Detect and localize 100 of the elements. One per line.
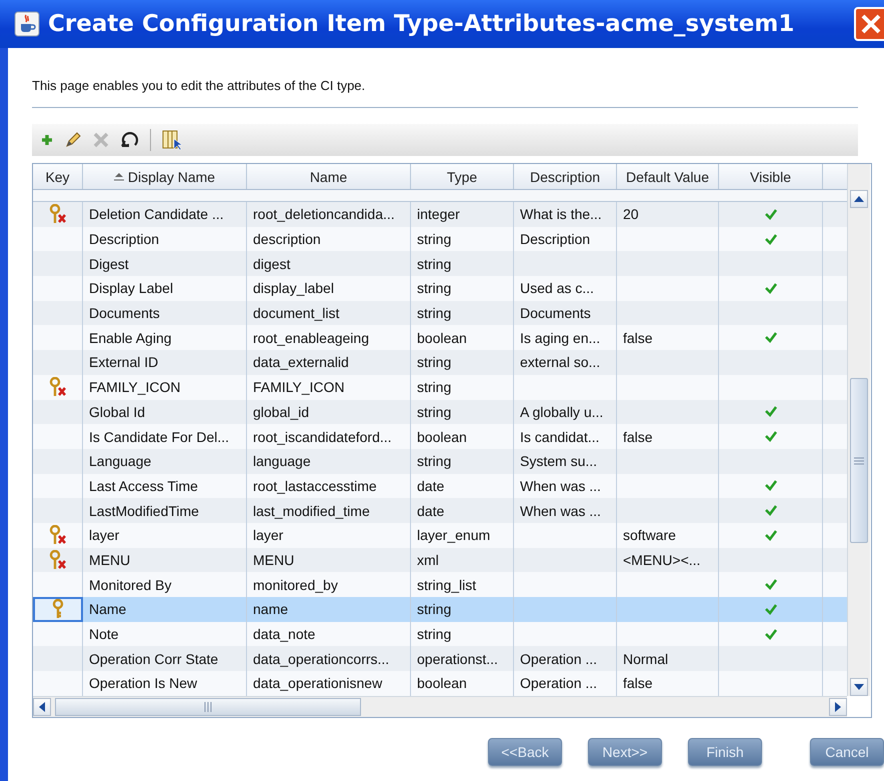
column-header[interactable]: Key xyxy=(33,164,83,189)
display-name-cell: LastModifiedTime xyxy=(89,502,199,519)
display-name-cell: Digest xyxy=(89,256,129,272)
name-cell: data_operationcorrs... xyxy=(253,650,390,667)
name-cell: monitored_by xyxy=(253,576,338,593)
name-cell: MENU xyxy=(253,552,294,568)
table-row[interactable]: LastModifiedTime last_modified_time date When was ... xyxy=(33,498,847,523)
display-name-cell: External ID xyxy=(89,354,158,370)
left-arrow-icon xyxy=(39,702,45,712)
type-cell: date xyxy=(417,502,444,519)
table-row[interactable]: Monitored By monitored_by string_list xyxy=(33,572,847,597)
description-cell: Operation ... xyxy=(520,675,598,692)
column-header[interactable]: Visible xyxy=(719,164,823,189)
table-row[interactable]: Documents document_list string Documents xyxy=(33,300,847,326)
name-cell: root_deletioncandida... xyxy=(253,206,395,222)
display-name-cell: FAMILY_ICON xyxy=(89,379,181,396)
display-name-cell: Operation Is New xyxy=(89,675,198,692)
description-cell: System su... xyxy=(520,453,598,470)
table-row[interactable]: Language language string System su... xyxy=(33,448,847,474)
column-header[interactable]: Display Name xyxy=(83,164,247,189)
table-row[interactable]: layer layer layer_enum software xyxy=(33,522,847,548)
type-cell: string xyxy=(417,280,452,296)
type-cell: string xyxy=(417,626,452,642)
display-name-cell: Documents xyxy=(89,305,160,322)
grip-icon xyxy=(204,702,212,712)
type-cell: date xyxy=(417,478,444,494)
table-row[interactable]: Display Label display_label string Used as c... xyxy=(33,276,847,301)
column-header[interactable]: Name xyxy=(247,164,411,189)
table-row[interactable]: Is Candidate For Del... root_iscandidateford... boolean Is candidat... false xyxy=(33,424,847,449)
refresh-icon[interactable] xyxy=(120,130,140,150)
columns-icon[interactable] xyxy=(161,129,183,151)
table-row[interactable]: Deletion Candidate ... root_deletioncandida... integer What is the... 20 xyxy=(33,202,847,227)
default-value-cell: false xyxy=(623,675,653,692)
default-value-cell: Normal xyxy=(623,650,668,667)
display-name-cell: Description xyxy=(89,231,160,248)
name-cell: root_iscandidateford... xyxy=(253,428,392,445)
name-cell: digest xyxy=(253,256,290,272)
vertical-scrollbar[interactable] xyxy=(847,164,870,696)
table-row[interactable]: Operation Is New data_operationisnew boolean Operation ... false xyxy=(33,671,847,696)
name-cell: root_lastaccesstime xyxy=(253,478,377,494)
type-cell: operationst... xyxy=(417,650,498,667)
name-cell: description xyxy=(253,231,321,248)
table-row[interactable]: Description description string Description xyxy=(33,226,847,252)
table-row[interactable]: Operation Corr State data_operationcorrs... operationst... Operation ... Normal xyxy=(33,646,847,672)
add-icon[interactable] xyxy=(40,133,54,147)
table-row[interactable]: MENU MENU xml <MENU><... xyxy=(33,548,847,572)
name-cell: last_modified_time xyxy=(253,502,370,519)
type-cell: layer_enum xyxy=(417,527,490,544)
table-row[interactable]: FAMILY_ICON FAMILY_ICON string xyxy=(33,374,847,400)
description-cell: When was ... xyxy=(520,502,601,519)
description-cell: Is aging en... xyxy=(520,330,600,346)
type-cell: string xyxy=(417,305,452,322)
default-value-cell: false xyxy=(623,330,653,346)
pencil-icon[interactable] xyxy=(64,131,82,149)
description-cell: Description xyxy=(520,231,590,248)
description-cell: A globally u... xyxy=(520,404,604,420)
display-name-cell: Enable Aging xyxy=(89,330,172,346)
table-row[interactable]: Global Id global_id string A globally u... xyxy=(33,400,847,424)
column-header[interactable]: Type xyxy=(411,164,514,189)
down-arrow-icon xyxy=(854,684,864,690)
name-cell: FAMILY_ICON xyxy=(253,379,345,396)
default-value-cell: 20 xyxy=(623,206,639,222)
key-with-x-icon xyxy=(48,550,66,570)
table-row[interactable]: Note data_note string xyxy=(33,622,847,646)
description-cell: Is candidat... xyxy=(520,428,600,445)
up-arrow-icon xyxy=(854,196,864,202)
type-cell: boolean xyxy=(417,428,467,445)
name-cell: root_enableageing xyxy=(253,330,369,346)
type-cell: boolean xyxy=(417,675,467,692)
type-cell: integer xyxy=(417,206,460,222)
table-row[interactable]: Enable Aging root_enableageing boolean Is aging en... false xyxy=(33,325,847,350)
table-row[interactable]: Digest digest string xyxy=(33,251,847,276)
type-cell: string xyxy=(417,453,452,470)
key-with-x-icon xyxy=(48,377,66,398)
grip-icon xyxy=(854,456,864,464)
default-value-cell: <MENU><... xyxy=(623,552,700,568)
column-header[interactable]: Description xyxy=(514,164,617,189)
type-cell: xml xyxy=(417,552,439,568)
table-row[interactable]: External ID data_externalid string external so... xyxy=(33,350,847,375)
default-value-cell: software xyxy=(623,527,676,544)
display-name-cell: Name xyxy=(89,601,126,618)
name-cell: data_externalid xyxy=(253,354,349,370)
description-cell: Operation ... xyxy=(520,650,598,667)
table-row[interactable]: Name name string xyxy=(33,597,847,622)
display-name-cell: Language xyxy=(89,453,152,470)
description-cell: When was ... xyxy=(520,478,601,494)
column-header[interactable]: Default Value xyxy=(617,164,719,189)
close-button[interactable] xyxy=(854,7,884,41)
display-name-cell: Last Access Time xyxy=(89,478,198,494)
table-row[interactable]: Last Access Time root_lastaccesstime date When was ... xyxy=(33,474,847,498)
display-name-cell: Note xyxy=(89,626,119,642)
type-cell: string xyxy=(417,379,452,396)
display-name-cell: layer xyxy=(89,527,120,544)
type-cell: string xyxy=(417,601,452,618)
horizontal-scrollbar[interactable] xyxy=(33,696,847,717)
type-cell: string xyxy=(417,404,452,420)
display-name-cell: Display Label xyxy=(89,280,174,296)
display-name-cell: Deletion Candidate ... xyxy=(89,206,224,222)
name-cell: document_list xyxy=(253,305,340,322)
name-cell: data_note xyxy=(253,626,316,642)
